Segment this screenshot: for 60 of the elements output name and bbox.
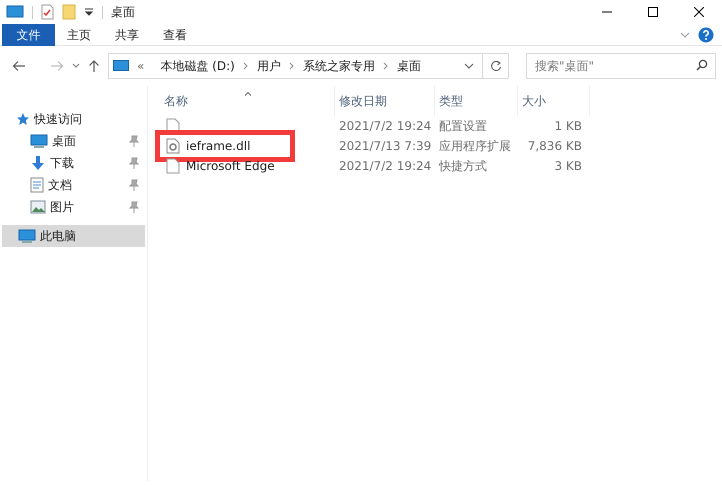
- dropdown-icon: [464, 63, 474, 69]
- file-icon: [166, 158, 180, 174]
- table-cell-text: 应用程序扩展: [438, 138, 512, 155]
- sidebar-item[interactable]: 下载: [0, 152, 147, 174]
- gear-file-icon: [166, 138, 180, 154]
- window-title: 桌面: [111, 4, 135, 21]
- maximize-icon: [648, 7, 658, 17]
- folder-icon: [62, 4, 76, 20]
- file-menu-tab[interactable]: 文件: [2, 24, 55, 46]
- explorer-icon: [6, 5, 24, 19]
- sidebar-item[interactable]: 文档: [0, 174, 147, 196]
- column-header[interactable]: 名称: [160, 86, 335, 116]
- search-icon: [696, 59, 708, 71]
- download-icon: [30, 155, 46, 171]
- computer-icon: [113, 60, 129, 72]
- ribbon-tab[interactable]: 共享: [103, 24, 151, 46]
- pictures-icon: [30, 200, 46, 214]
- table-cell-text: 2021/7/2 19:24: [338, 118, 432, 135]
- sidebar-item[interactable]: 此电脑: [2, 225, 145, 247]
- table-cell-text: 快捷方式: [438, 158, 488, 175]
- document-icon: [30, 177, 44, 193]
- up-icon: [88, 59, 100, 73]
- chevron-icon: [242, 62, 249, 70]
- properties-icon: [41, 4, 54, 20]
- sidebar-item[interactable]: 快速访问: [0, 108, 147, 130]
- breadcrumb[interactable]: 桌面: [396, 57, 421, 75]
- dropdown-icon: [84, 7, 94, 17]
- column-header[interactable]: 大小: [518, 86, 590, 116]
- table-cell-text: 3 KB: [553, 158, 583, 175]
- file-name[interactable]: ieframe.dll: [186, 137, 250, 155]
- address-bar[interactable]: « 本地磁盘 (D:) 用户 系统之家专用 桌面: [108, 53, 509, 79]
- table-cell-text: 配置设置: [438, 118, 488, 135]
- table-cell-text: 7,836 KB: [526, 138, 583, 155]
- desktop-icon: [30, 134, 48, 148]
- search-field[interactable]: 搜索"桌面": [526, 53, 716, 79]
- breadcrumb[interactable]: 本地磁盘 (D:): [160, 57, 235, 75]
- refresh-icon: [490, 60, 502, 72]
- ribbon-tab[interactable]: 主页: [55, 24, 103, 46]
- star-icon: [16, 112, 30, 126]
- breadcrumb[interactable]: 系统之家专用: [302, 57, 375, 75]
- table-cell-text: 2021/7/2 19:24: [338, 158, 432, 175]
- breadcrumb[interactable]: 用户: [256, 57, 281, 75]
- column-header[interactable]: 修改日期: [335, 86, 435, 116]
- help-icon: [698, 26, 714, 42]
- table-cell-text: 1 KB: [553, 118, 583, 135]
- sidebar-item[interactable]: 桌面: [0, 130, 147, 152]
- overflow-mark[interactable]: «: [137, 57, 144, 75]
- sidebar-item[interactable]: 图片: [0, 196, 147, 218]
- back-icon: [12, 60, 26, 72]
- table-cell-text: 2021/7/13 7:39: [338, 138, 432, 155]
- computer-icon: [18, 229, 36, 243]
- expand-ribbon-icon: [680, 30, 690, 38]
- recent-icon: [72, 63, 80, 69]
- column-header[interactable]: 类型: [435, 86, 518, 116]
- ribbon-tab[interactable]: 查看: [151, 24, 199, 46]
- file-name[interactable]: Microsoft Edge: [186, 157, 275, 175]
- chevron-icon: [288, 62, 295, 70]
- chevron-icon: [382, 62, 389, 70]
- forward-icon: [50, 60, 64, 72]
- close-icon: [694, 7, 704, 17]
